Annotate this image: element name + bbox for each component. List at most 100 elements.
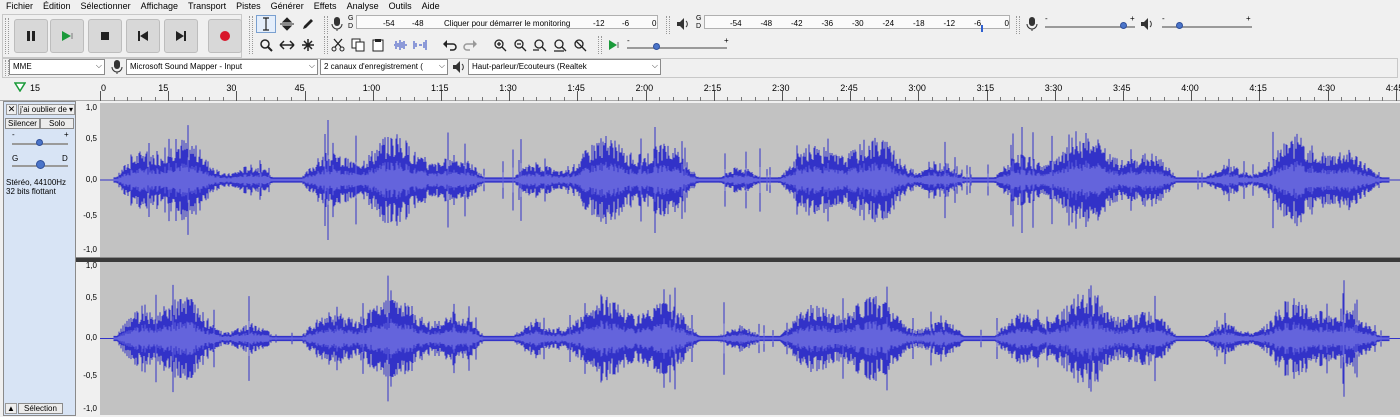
ruler-minor-tick xyxy=(1177,97,1179,101)
copy-button[interactable] xyxy=(348,36,368,54)
collapse-track-button[interactable]: ▲ xyxy=(5,403,17,414)
multi-tool[interactable] xyxy=(298,36,318,54)
ruler-label: 1:30 xyxy=(499,83,517,93)
zoom-in-button[interactable] xyxy=(490,36,510,54)
play-scale-label: 0 xyxy=(1004,19,1009,28)
ruler-label: 0 xyxy=(101,83,107,93)
waveform-bottom-svg xyxy=(100,275,1400,402)
menu-item-4[interactable]: Transport xyxy=(188,1,226,11)
play-speed-slider[interactable] xyxy=(627,47,727,49)
track-name-menu[interactable]: j'ai oublier de ▾ xyxy=(18,104,75,115)
play-speed-knob[interactable] xyxy=(653,43,660,50)
input-device-select[interactable]: Microsoft Sound Mapper - Input ⌵ xyxy=(126,59,318,75)
zoom-in-icon xyxy=(494,39,507,52)
ruler-minor-tick xyxy=(659,97,661,101)
time-shift-tool[interactable] xyxy=(277,36,297,54)
speaker-icon[interactable] xyxy=(676,17,690,31)
zoom-out-button[interactable] xyxy=(510,36,530,54)
output-device-select[interactable]: Haut-parleur/Ecouteurs (Realtek ⌵ xyxy=(468,59,661,75)
play-head-marker-icon[interactable] xyxy=(13,82,27,94)
ruler-minor-tick xyxy=(1013,97,1015,101)
ruler-minor-tick xyxy=(454,97,456,101)
draw-tool[interactable] xyxy=(298,15,318,33)
menu-item-2[interactable]: Sélectionner xyxy=(81,1,131,11)
scale-label-top: 0,5 xyxy=(85,134,97,143)
close-track-button[interactable]: ✕ xyxy=(6,104,17,115)
selection-tool[interactable] xyxy=(256,15,276,33)
record-button[interactable] xyxy=(208,19,242,53)
channels-select[interactable]: 2 canaux d'enregistrement (⌵ xyxy=(320,59,448,75)
solo-button[interactable]: Solo xyxy=(40,118,74,129)
ruler-tick xyxy=(577,91,579,101)
ruler-label: 4:45 xyxy=(1385,83,1400,93)
zoom-toggle-button[interactable] xyxy=(570,36,590,54)
pause-button[interactable] xyxy=(14,19,48,53)
ruler-minor-tick xyxy=(972,97,974,101)
menu-item-3[interactable]: Affichage xyxy=(141,1,178,11)
ruler-minor-tick xyxy=(1204,97,1206,101)
menu-item-1[interactable]: Édition xyxy=(43,1,71,11)
play-scale-label: -54 xyxy=(730,19,742,28)
monitor-text[interactable]: Cliquer pour démarrer le monitoring xyxy=(444,19,570,28)
close-icon: ✕ xyxy=(7,104,16,114)
ruler-tick xyxy=(1395,91,1397,101)
play-meter-channels: GD xyxy=(696,15,702,30)
envelope-tool[interactable] xyxy=(277,15,297,33)
ruler-tick xyxy=(1191,91,1193,101)
audio-host-select[interactable]: MME ⌵ xyxy=(9,59,105,75)
mute-button[interactable]: Silencer xyxy=(5,118,40,129)
ruler-start-label: 15 xyxy=(30,83,41,93)
double-arrow-icon xyxy=(279,40,295,50)
speed-minus: - xyxy=(627,36,630,45)
play-at-speed-button[interactable] xyxy=(604,36,624,54)
waveform-right-channel[interactable] xyxy=(100,262,1400,415)
play-scale-label: -30 xyxy=(852,19,864,28)
play-volume-knob[interactable] xyxy=(1176,22,1183,29)
stop-button[interactable] xyxy=(88,19,122,53)
track-control-panel[interactable] xyxy=(3,101,76,416)
select-track-button[interactable]: Sélection xyxy=(18,403,63,414)
menu-item-9[interactable]: Outils xyxy=(389,1,412,11)
redo-icon xyxy=(463,40,477,51)
undo-button[interactable] xyxy=(440,36,460,54)
waveform-peaks xyxy=(113,119,1390,241)
fit-selection-button[interactable] xyxy=(530,36,550,54)
ruler-minor-tick xyxy=(222,97,224,101)
ruler-tick xyxy=(782,91,783,101)
ruler-label: 2:15 xyxy=(703,83,722,93)
menu-item-6[interactable]: Générer xyxy=(271,1,304,11)
play-meter-marker xyxy=(981,25,983,32)
trim-button[interactable] xyxy=(390,36,410,54)
menu-item-8[interactable]: Analyse xyxy=(347,1,379,11)
cut-button[interactable] xyxy=(328,36,348,54)
zoom-tool[interactable] xyxy=(256,36,276,54)
ruler-tick xyxy=(713,91,715,101)
ruler-minor-tick xyxy=(1245,97,1247,101)
fit-project-button[interactable] xyxy=(550,36,570,54)
skip-start-button[interactable] xyxy=(126,19,160,53)
play-button[interactable] xyxy=(50,19,84,53)
silence-button[interactable] xyxy=(410,36,430,54)
ruler-tick xyxy=(100,91,101,101)
scale-label-bottom: 0,5 xyxy=(85,293,97,302)
menu-item-5[interactable]: Pistes xyxy=(236,1,261,11)
menu-item-0[interactable]: Fichier xyxy=(6,1,33,11)
skip-end-button[interactable] xyxy=(164,19,198,53)
redo-button[interactable] xyxy=(460,36,480,54)
chevron-down-icon: ⌵ xyxy=(308,61,315,70)
pan-knob[interactable] xyxy=(36,160,45,169)
mic-icon[interactable] xyxy=(331,16,343,32)
waveform-left-channel[interactable] xyxy=(100,103,1400,257)
gain-knob[interactable] xyxy=(36,139,43,146)
ruler-minor-tick xyxy=(1354,97,1356,101)
ruler-minor-tick xyxy=(809,97,811,101)
play-icon xyxy=(62,31,73,41)
dropdown-arrow-icon: ▾ xyxy=(68,105,73,114)
ruler-minor-tick xyxy=(1341,97,1343,101)
menu-item-7[interactable]: Effets xyxy=(314,1,337,11)
ruler-minor-tick xyxy=(727,97,729,101)
paste-button[interactable] xyxy=(368,36,388,54)
ruler-label: 4:00 xyxy=(1181,83,1199,93)
ruler-tick xyxy=(918,91,920,101)
menu-item-10[interactable]: Aide xyxy=(422,1,440,11)
